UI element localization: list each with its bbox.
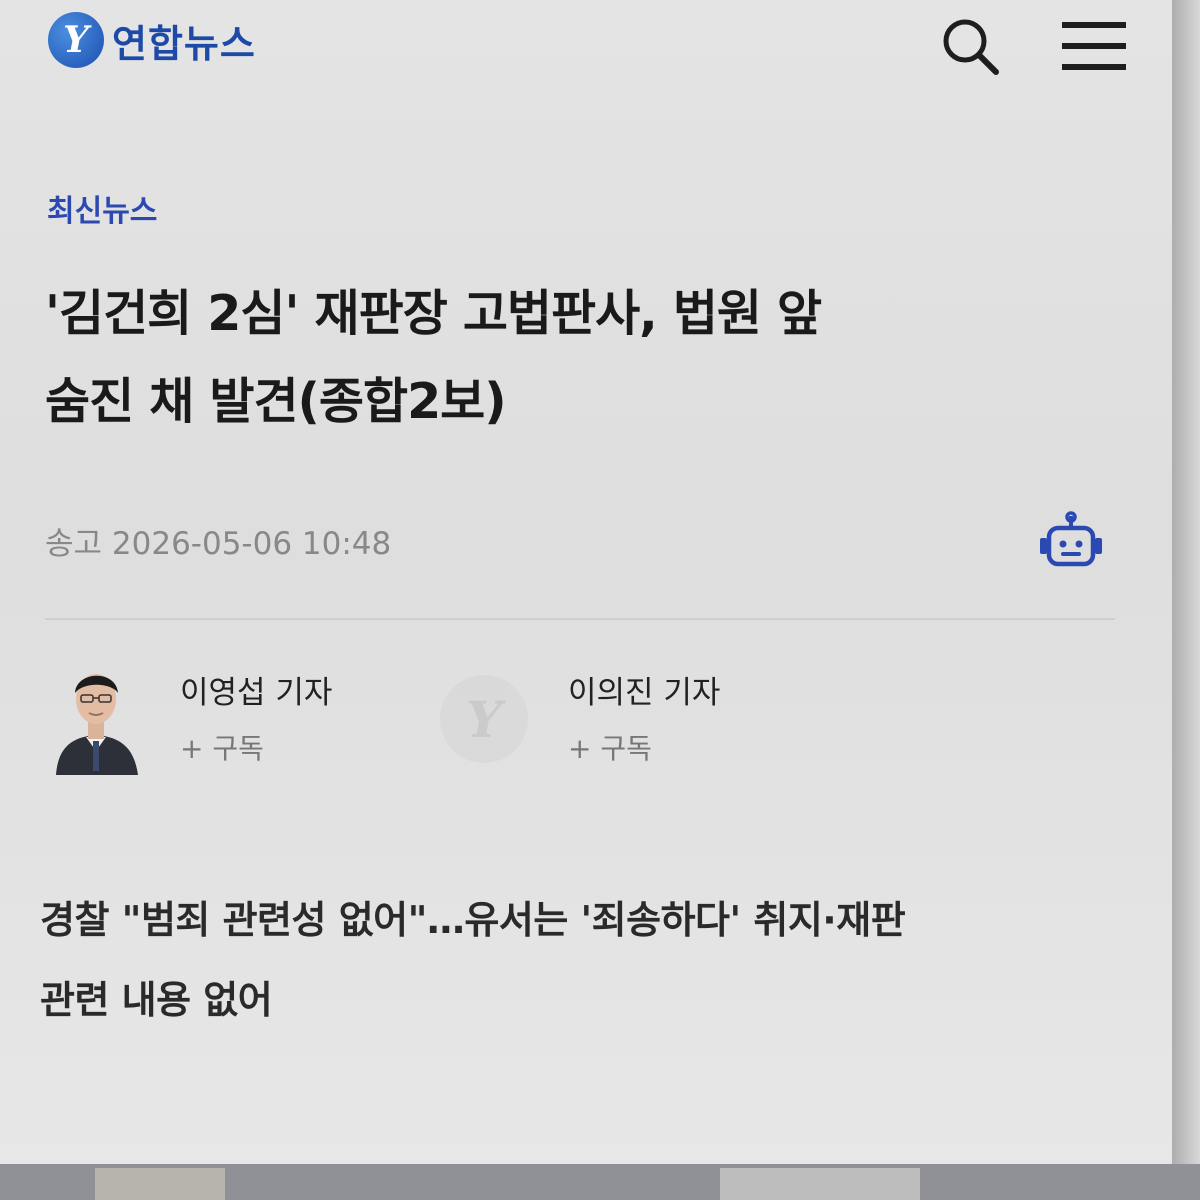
publish-timestamp: 송고 2026-05-06 10:48 (45, 518, 391, 563)
logo-mark: Y (48, 12, 104, 68)
subscribe-button[interactable]: + 구독 (180, 727, 264, 767)
headline-line-2: 숨진 채 발견(종합2보) (45, 373, 507, 430)
subhead-line-2: 관련 내용 없어 (40, 978, 273, 1022)
headline-line-1: '김건희 2심' 재판장 고법판사, 법원 앞 (45, 285, 822, 342)
hamburger-menu-icon (1062, 22, 1126, 70)
reporter-avatar: Y (440, 655, 528, 775)
divider (45, 618, 1115, 620)
search-button[interactable] (934, 10, 1006, 82)
subscribe-button[interactable]: + 구독 (568, 727, 652, 767)
article-headline: '김건희 2심' 재판장 고법판사, 법원 앞 숨진 채 발견(종합2보) (45, 270, 1135, 446)
reporter-name[interactable]: 이영섭 기자 (180, 667, 332, 712)
screen: Y 연합뉴스 최신뉴스 '김건희 2심' 재판장 고법판사, 법원 앞 숨진 채… (0, 0, 1172, 1164)
article-subheadline: 경찰 "범죄 관련성 없어"…유서는 '죄송하다' 취지·재판 관련 내용 없어 (40, 880, 1140, 1040)
avatar-placeholder-icon: Y (440, 675, 528, 763)
bottom-image-strip (0, 1164, 1200, 1200)
timestamp-label: 송고 (45, 526, 103, 562)
timestamp-value: 2026-05-06 10:48 (111, 526, 392, 562)
search-icon (943, 19, 999, 75)
reporter-avatar (52, 655, 140, 775)
site-header: Y 연합뉴스 (0, 0, 1172, 92)
device-bezel (1172, 0, 1200, 1164)
subhead-line-1: 경찰 "범죄 관련성 없어"…유서는 '죄송하다' 취지·재판 (40, 898, 906, 942)
site-logo[interactable]: Y 연합뉴스 (48, 12, 256, 68)
image-thumbnail (720, 1168, 920, 1200)
robot-icon (1040, 511, 1102, 567)
reporter-card[interactable]: Y 이의진 기자 + 구독 (440, 655, 860, 775)
ai-summary-button[interactable] (1035, 510, 1107, 582)
menu-button[interactable] (1056, 10, 1128, 82)
reporter-photo (56, 674, 138, 775)
logo-text: 연합뉴스 (112, 21, 256, 66)
image-thumbnail (95, 1168, 225, 1200)
reporter-card[interactable]: 이영섭 기자 + 구독 (52, 655, 472, 775)
category-label[interactable]: 최신뉴스 (47, 186, 157, 230)
reporter-name[interactable]: 이의진 기자 (568, 667, 720, 712)
